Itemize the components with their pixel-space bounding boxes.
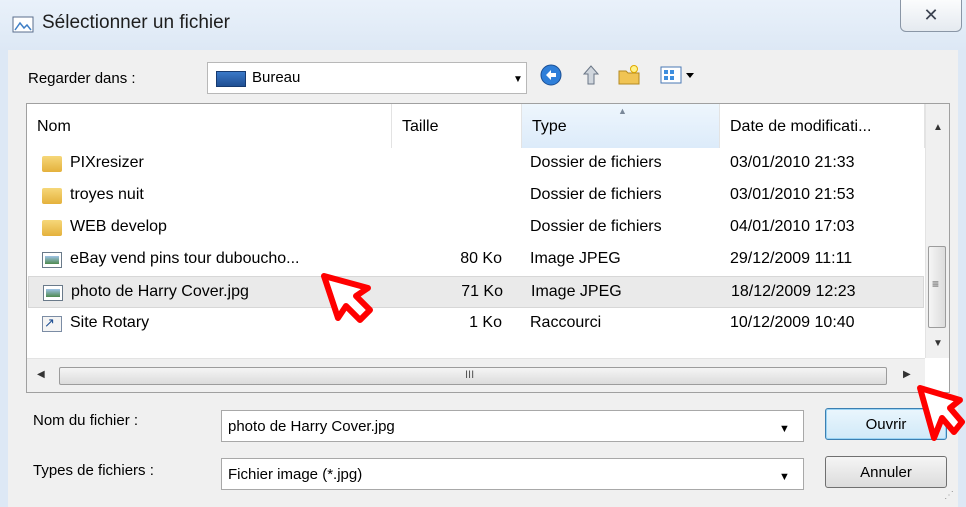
cancel-button[interactable]: Annuler xyxy=(825,456,947,488)
h-grip-icon: III xyxy=(465,369,475,381)
file-name: troyes nuit xyxy=(70,186,144,203)
folder-icon xyxy=(42,156,62,172)
look-in-label: Regarder dans : xyxy=(28,70,136,87)
column-header-type-label: Type xyxy=(532,118,567,135)
look-in-chevron-down-icon[interactable]: ▼ xyxy=(513,74,523,85)
file-type: Raccourci xyxy=(530,314,602,331)
file-type-select[interactable]: Fichier image (*.jpg) ▼ xyxy=(221,458,804,490)
window-title: Sélectionner un fichier xyxy=(42,12,230,33)
new-folder-icon[interactable] xyxy=(618,64,640,86)
file-name: Site Rotary xyxy=(70,314,150,331)
file-name: WEB develop xyxy=(70,218,167,235)
file-size: 80 Ko xyxy=(460,250,502,267)
column-header-type[interactable]: ▲ Type xyxy=(522,104,720,148)
look-in-value: Bureau xyxy=(252,69,301,86)
view-menu-icon[interactable] xyxy=(660,64,698,86)
app-icon xyxy=(12,16,34,33)
look-in-dropdown[interactable]: Bureau xyxy=(207,62,527,94)
filename-value: photo de Harry Cover.jpg xyxy=(228,418,395,435)
horizontal-scroll-thumb[interactable]: III xyxy=(59,367,887,385)
file-size: 1 Ko xyxy=(469,314,502,331)
scroll-up-icon[interactable]: ▲ xyxy=(933,122,943,133)
title-bar: Sélectionner un fichier ✕ xyxy=(0,0,966,50)
file-row[interactable]: photo de Harry Cover.jpg 71 Ko Image JPEG 1… xyxy=(28,276,924,308)
file-type: Dossier de fichiers xyxy=(530,154,662,171)
file-name: eBay vend pins tour duboucho... xyxy=(70,250,300,267)
file-date: 03/01/2010 21:33 xyxy=(730,154,855,171)
column-header-date[interactable]: Date de modificati... xyxy=(720,104,925,148)
up-folder-icon[interactable] xyxy=(580,64,602,86)
back-icon[interactable] xyxy=(540,64,562,86)
file-type: Dossier de fichiers xyxy=(530,218,662,235)
file-list: Nom Taille ▲ Type Date de modificati... … xyxy=(26,103,950,393)
filename-label: Nom du fichier : xyxy=(33,412,139,429)
sort-ascending-icon: ▲ xyxy=(618,106,627,116)
filename-field[interactable]: photo de Harry Cover.jpg ▼ xyxy=(221,410,804,442)
shortcut-icon xyxy=(42,315,62,332)
scroll-down-icon[interactable]: ▼ xyxy=(933,338,943,349)
pointer-arrow-icon xyxy=(321,273,373,323)
file-row[interactable]: PIXresizer Dossier de fichiers 03/01/2010 … xyxy=(28,148,924,180)
file-date: 04/01/2010 17:03 xyxy=(730,218,855,235)
column-header-name[interactable]: Nom xyxy=(27,104,392,148)
image-file-icon xyxy=(42,252,62,268)
column-header-size[interactable]: Taille xyxy=(392,104,522,148)
scroll-left-icon[interactable]: ◀ xyxy=(37,369,45,380)
window-frame-left xyxy=(0,50,8,507)
filename-chevron-down-icon[interactable]: ▼ xyxy=(779,423,790,435)
file-type: Dossier de fichiers xyxy=(530,186,662,203)
file-row[interactable]: troyes nuit Dossier de fichiers 03/01/2010… xyxy=(28,180,924,212)
file-type-value: Fichier image (*.jpg) xyxy=(228,466,363,483)
folder-icon xyxy=(42,220,62,236)
pointer-arrow-icon-2 xyxy=(917,385,965,441)
resize-grip-icon[interactable]: ⋰ xyxy=(944,490,954,501)
file-size: 71 Ko xyxy=(461,283,503,300)
file-date: 18/12/2009 12:23 xyxy=(731,283,856,300)
horizontal-scrollbar[interactable]: ◀ III ▶ xyxy=(27,358,925,392)
close-button[interactable]: ✕ xyxy=(900,0,962,32)
file-row[interactable]: WEB develop Dossier de fichiers 04/01/2010… xyxy=(28,212,924,244)
vertical-scrollbar[interactable]: ▲ ≡ ▼ xyxy=(925,104,949,358)
desktop-icon xyxy=(216,71,246,87)
file-type: Image JPEG xyxy=(531,283,622,300)
vertical-scroll-thumb[interactable]: ≡ xyxy=(928,246,946,328)
folder-icon xyxy=(42,188,62,204)
image-file-icon xyxy=(43,285,63,301)
file-type: Image JPEG xyxy=(530,250,621,267)
file-type-chevron-down-icon[interactable]: ▼ xyxy=(779,471,790,483)
file-name: photo de Harry Cover.jpg xyxy=(71,283,249,300)
file-type-label: Types de fichiers : xyxy=(33,462,154,479)
file-date: 29/12/2009 11:11 xyxy=(730,250,853,267)
scroll-right-icon[interactable]: ▶ xyxy=(903,369,911,380)
file-date: 03/01/2010 21:53 xyxy=(730,186,855,203)
file-date: 10/12/2009 10:40 xyxy=(730,314,855,331)
file-name: PIXresizer xyxy=(70,154,144,171)
grip-icon: ≡ xyxy=(932,277,940,291)
file-row[interactable]: eBay vend pins tour duboucho... 80 Ko Imag… xyxy=(28,244,924,276)
file-row[interactable]: Site Rotary 1 Ko Raccourci 10/12/2009 10:40 xyxy=(28,308,924,340)
